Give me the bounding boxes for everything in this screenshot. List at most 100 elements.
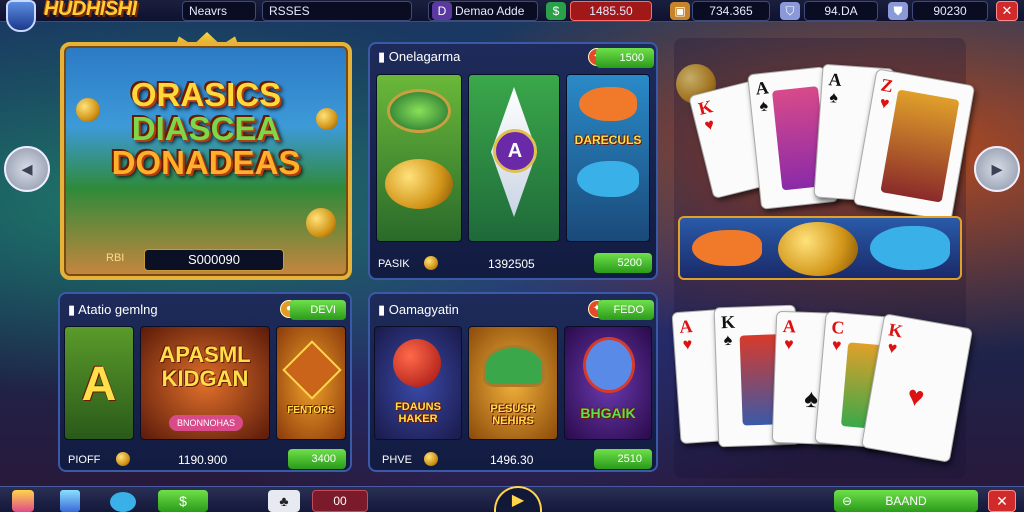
shield-icon: ⛉ — [780, 2, 800, 20]
heart-icon: ♥ — [831, 336, 843, 355]
spade-icon: ♠ — [723, 331, 733, 350]
prev-arrow-icon[interactable]: ◂ — [4, 146, 50, 192]
chest-icon: ▣ — [670, 2, 690, 20]
coin-stack-icon — [385, 159, 453, 209]
footer-label: PASIK — [378, 258, 410, 270]
coin-icon — [778, 222, 858, 276]
coin-icon — [424, 452, 438, 466]
spade-icon: ♠ — [828, 89, 839, 107]
crest-icon: ⛊ — [888, 2, 908, 20]
letter-a-icon: A — [493, 129, 537, 173]
balance-3: 94.DA — [804, 1, 878, 21]
fish-icon — [692, 230, 762, 266]
card-rank: A — [754, 77, 770, 99]
game-tile-a[interactable]: A — [64, 326, 134, 440]
slot-reel-strip — [678, 216, 962, 280]
drum-icon — [387, 89, 451, 133]
panel-badge[interactable]: 1500 — [596, 48, 654, 68]
featured-value: S000090 — [144, 249, 284, 271]
monster-icon — [583, 337, 635, 393]
featured-label: RBI — [106, 252, 125, 264]
coin-icon — [424, 256, 438, 270]
tab-news[interactable]: Neavrs — [182, 1, 256, 21]
game-tile-fish[interactable]: DARECULS — [566, 74, 650, 242]
counter-button[interactable]: 00 — [312, 490, 368, 512]
balance-1: 1485.50 — [570, 1, 652, 21]
fish-icon — [577, 161, 639, 197]
game-tile-basket[interactable]: PESUSR NEHIRS — [468, 326, 558, 440]
panel-badge[interactable]: DEVI — [290, 300, 346, 320]
featured-title-line-3: DONADEAS — [111, 144, 301, 181]
footer-badge[interactable]: 3400 — [288, 449, 346, 469]
game-tile-main[interactable]: APASML KIDGAN BNONNOHAS — [140, 326, 270, 440]
game-logo: HUDHISHI — [44, 0, 137, 20]
action-button[interactable]: ⊖ BAAND — [834, 490, 978, 512]
card-rank: C — [830, 316, 846, 338]
panel-badge[interactable]: FEDO — [598, 300, 654, 320]
balance-4: 90230 — [912, 1, 988, 21]
potion-icon[interactable] — [110, 492, 136, 512]
tile-main-line-2: KIDGAN — [161, 366, 249, 391]
tile-main-sub: BNONNOHAS — [169, 415, 243, 431]
bag-icon[interactable] — [60, 490, 80, 512]
coin-icon — [306, 208, 336, 238]
gift-icon[interactable] — [12, 490, 34, 512]
basket-icon — [483, 345, 545, 387]
card-rank: A — [828, 69, 843, 90]
featured-title: ORASICS DIASCEA DONADEAS — [70, 78, 342, 180]
tile-features-label: FENTORS — [287, 405, 335, 416]
card-art — [880, 89, 960, 203]
rune-icon — [282, 340, 342, 400]
footer-label: PHVE — [382, 454, 412, 466]
game-tile-monster[interactable]: BHGAIK — [564, 326, 652, 440]
panel-title: ▮ Onelagarma — [378, 49, 461, 64]
footer-value: 1190.900 — [178, 453, 228, 467]
tile-main-line-1: APASML — [159, 342, 251, 367]
demo-label: Demao Adde — [455, 4, 525, 18]
footer-label: PIOFF — [68, 454, 101, 466]
back-icon: ⊖ — [842, 494, 853, 508]
cash-icon: $ — [546, 2, 566, 20]
heart-icon: ♥ — [904, 379, 927, 414]
panel-title: ▮ Oamagyatin — [378, 302, 459, 317]
fish-tile-label: DARECULS — [574, 133, 642, 147]
card-rank: A — [782, 316, 797, 337]
close-icon[interactable]: ✕ — [988, 490, 1016, 512]
heart-icon: ♥ — [783, 336, 794, 354]
footer-value: 1392505 — [488, 257, 535, 271]
tile-main-title: APASML KIDGAN — [141, 343, 269, 391]
cash-button-icon[interactable]: $ — [158, 490, 208, 512]
footer-badge[interactable]: 2510 — [594, 449, 652, 469]
card-rank: K — [720, 311, 736, 333]
next-arrow-icon[interactable]: ▸ — [974, 146, 1020, 192]
tile-letter: A — [81, 358, 117, 411]
tile-label: FDAUNS HAKER — [395, 401, 441, 425]
heart-icon: ♥ — [682, 336, 693, 354]
fish-icon — [579, 87, 637, 121]
game-tile-features[interactable]: FENTORS — [276, 326, 346, 440]
featured-title-line-2: DIASCEA — [131, 110, 281, 147]
featured-title-line-1: ORASICS — [130, 76, 282, 113]
tab-rsses[interactable]: RSSES — [262, 1, 412, 21]
heart-icon: ♥ — [886, 339, 899, 358]
game-tile-gem[interactable]: A — [468, 74, 560, 242]
action-label: BAAND — [885, 494, 927, 508]
footer-badge[interactable]: 5200 — [594, 253, 652, 273]
close-button[interactable]: ✕ — [996, 1, 1018, 21]
tile-label: BHGAIK — [580, 405, 636, 421]
heart-icon: ♥ — [878, 94, 891, 113]
club-icon[interactable]: ♣ — [268, 490, 300, 512]
card-rank: A — [678, 316, 694, 337]
demo-icon: D — [432, 2, 452, 20]
game-tile-bomb[interactable]: FDAUNS HAKER — [374, 326, 462, 440]
game-tile-drum[interactable] — [376, 74, 462, 242]
heart-icon: ♥ — [703, 116, 717, 135]
panel-title: ▮ Atatio gemlng — [68, 302, 158, 317]
bomb-icon — [393, 339, 441, 387]
tile-label: PESUSR NEHIRS — [490, 403, 536, 427]
balance-2: 734.365 — [692, 1, 770, 21]
spade-icon: ♠ — [758, 97, 769, 116]
fish-icon — [870, 226, 950, 270]
logo-shield-icon — [6, 0, 36, 32]
footer-value: 1496.30 — [490, 453, 534, 467]
